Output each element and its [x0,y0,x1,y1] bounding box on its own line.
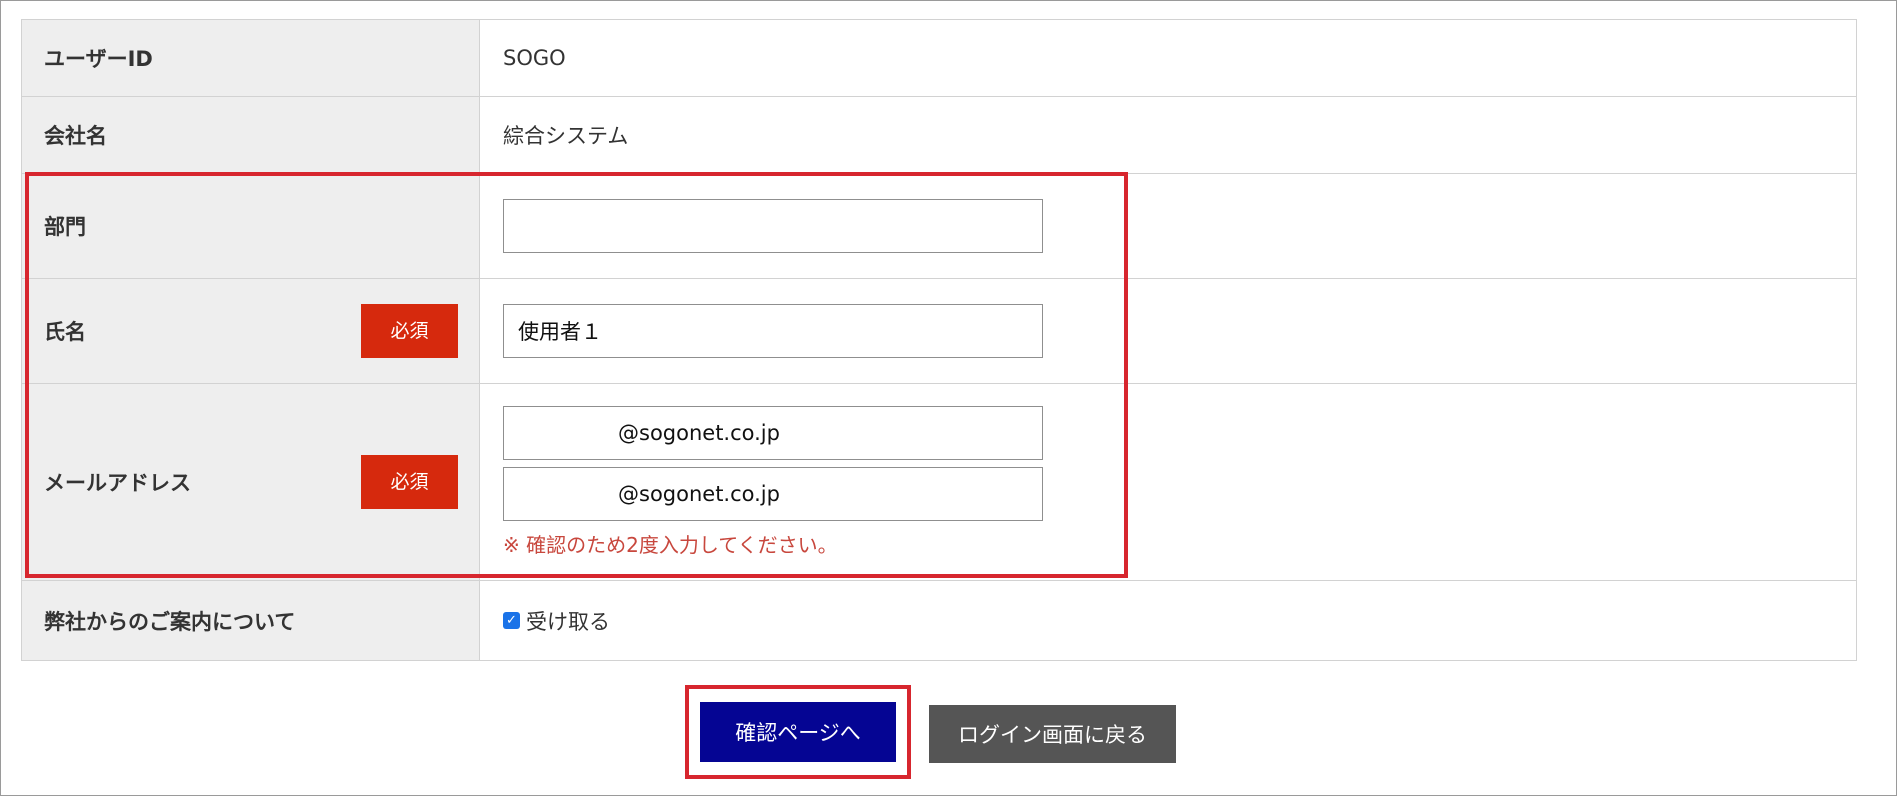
newsletter-option-label: 受け取る [526,609,610,634]
back-to-login-button[interactable]: ログイン画面に戻る [929,705,1176,763]
email-cell: ※ 確認のため2度入力してください。 [479,383,1857,581]
user-id-label: ユーザーID [21,19,480,97]
department-label: 部門 [21,173,480,279]
user-id-value: SOGO [479,19,1857,97]
row-name: 氏名 必須 [21,278,1857,384]
name-cell [479,278,1857,384]
user-form-table: ユーザーID SOGO 会社名 綜合システム 部門 氏名 必須 メールアドレス … [21,19,1857,661]
row-user-id: ユーザーID SOGO [21,19,1857,97]
company-value: 綜合システム [479,96,1857,174]
name-input[interactable] [503,304,1043,358]
confirm-page-button[interactable]: 確認ページへ [700,702,896,762]
newsletter-label: 弊社からのご案内について [21,580,480,661]
name-label-cell: 氏名 必須 [21,278,480,384]
row-department: 部門 [21,173,1857,279]
row-email: メールアドレス 必須 ※ 確認のため2度入力してください。 [21,383,1857,581]
newsletter-option[interactable]: ✓ 受け取る [503,606,1856,636]
department-input[interactable] [503,199,1043,253]
department-cell [479,173,1857,279]
email-confirm-note: ※ 確認のため2度入力してください。 [503,533,838,557]
email-input[interactable] [503,406,1043,460]
name-label: 氏名 [44,320,86,344]
row-company: 会社名 綜合システム [21,96,1857,174]
email-label: メールアドレス [44,471,191,495]
name-required-badge: 必須 [361,304,458,358]
email-required-badge: 必須 [361,455,458,509]
company-label: 会社名 [21,96,480,174]
email-confirm-input[interactable] [503,467,1043,521]
email-label-cell: メールアドレス 必須 [21,383,480,581]
newsletter-checkbox[interactable]: ✓ [503,612,520,629]
row-newsletter: 弊社からのご案内について ✓ 受け取る [21,580,1857,661]
newsletter-cell: ✓ 受け取る [479,580,1857,661]
